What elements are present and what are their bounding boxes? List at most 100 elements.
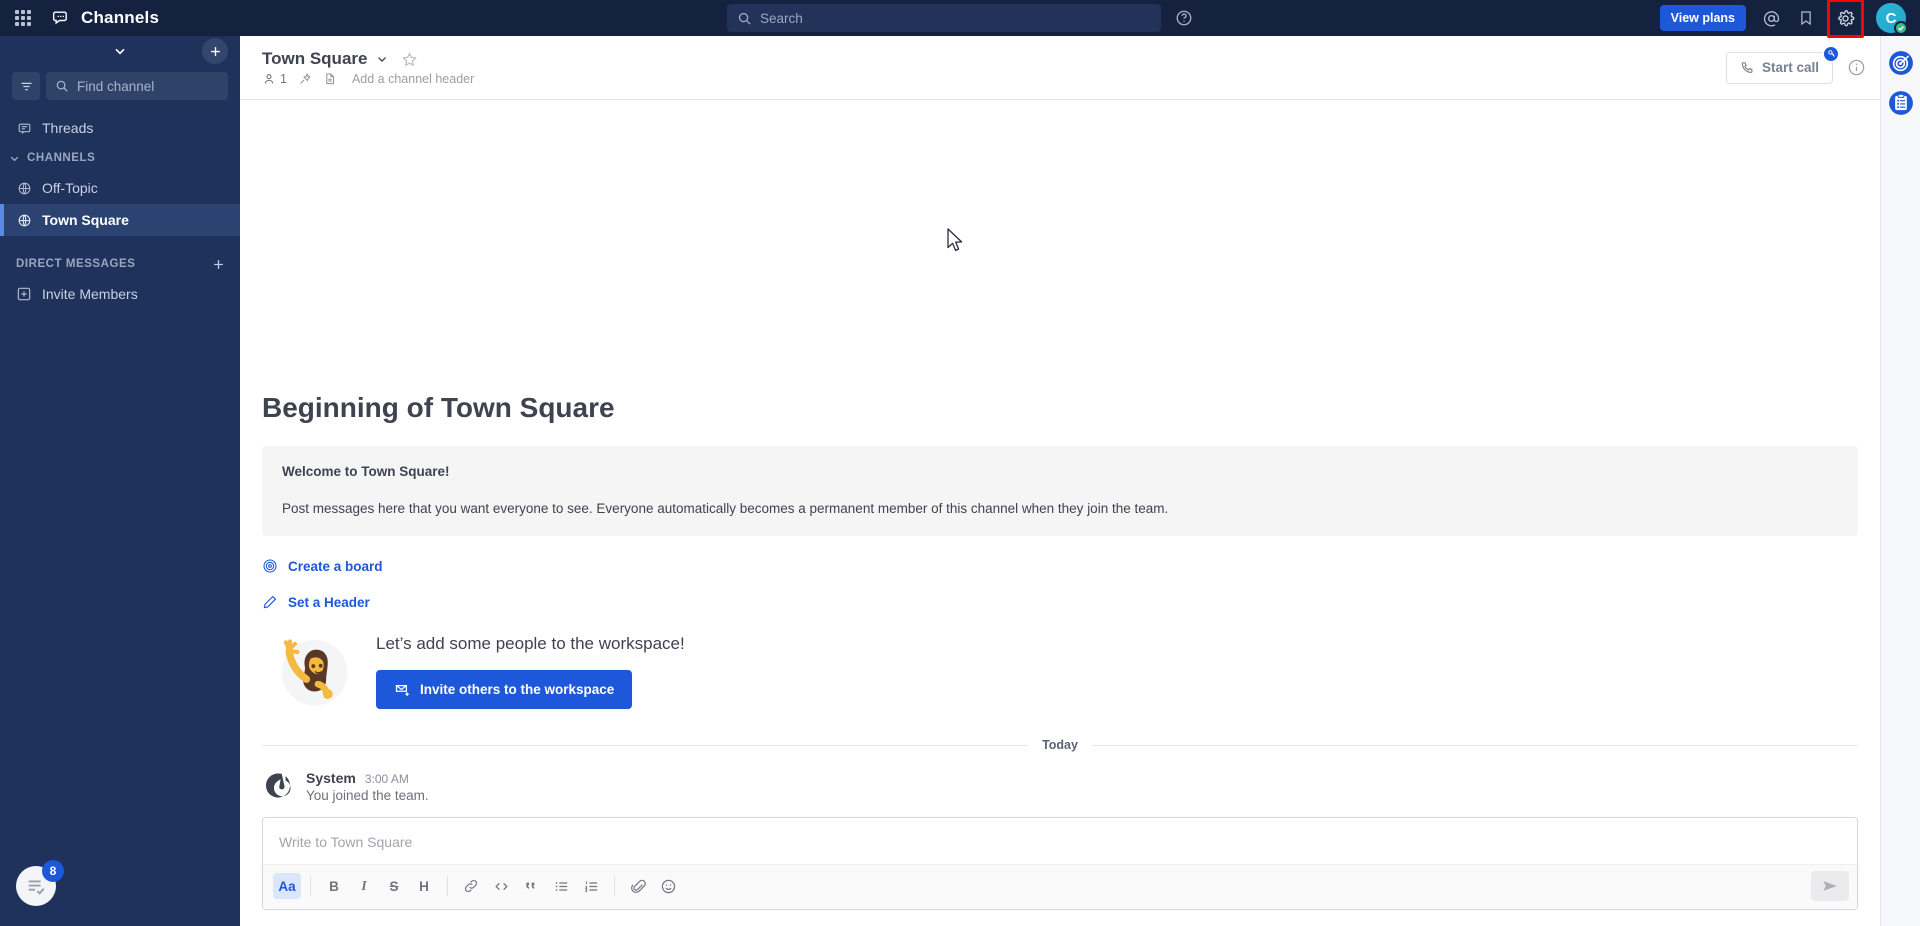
toolbar-divider	[310, 876, 311, 896]
sidebar-bottom: 8	[0, 850, 240, 926]
sidebar-category-label: DIRECT MESSAGES	[16, 258, 136, 270]
code-button[interactable]	[487, 873, 515, 899]
post-list[interactable]: Beginning of Town Square Welcome to Town…	[240, 100, 1880, 817]
bulleted-list-icon	[553, 878, 570, 895]
sidebar-channel-list[interactable]: Threads CHANNELS Off-Topic Town Square D…	[0, 108, 240, 850]
file-icon[interactable]	[323, 72, 337, 86]
channel-title-row: Town Square	[262, 49, 474, 69]
channel-intro-title: Beginning of Town Square	[262, 392, 615, 423]
invite-title: Let’s add some people to the workspace!	[376, 633, 685, 653]
sidebar-item-invite-members[interactable]: Invite Members	[0, 278, 240, 310]
send-message-button[interactable]	[1811, 871, 1849, 901]
checklist-badge-count: 8	[42, 860, 64, 882]
invite-others-button[interactable]: Invite others to the workspace	[376, 669, 633, 709]
channel-header: Town Square 1 Add a channel header Start…	[240, 36, 1880, 100]
global-search-area: Search	[727, 4, 1193, 32]
star-outline-icon[interactable]	[401, 51, 418, 68]
pencil-icon	[262, 594, 278, 610]
sidebar-item-off-topic[interactable]: Off-Topic	[0, 172, 240, 204]
set-a-header-link[interactable]: Set a Header	[262, 594, 1858, 610]
formatting-toggle-button[interactable]: Aa	[273, 873, 301, 899]
product-name: Channels	[81, 8, 160, 27]
browse-or-create-channel-button[interactable]	[202, 38, 228, 64]
channel-sidebar: Find channel Threads CHANNELS Off-Topic …	[0, 36, 240, 926]
strikethrough-button[interactable]: S	[380, 873, 408, 899]
sidebar-item-threads[interactable]: Threads	[0, 112, 240, 144]
playbooks-target-icon[interactable]	[1888, 50, 1914, 76]
quote-icon	[523, 878, 539, 894]
app-bar	[1880, 36, 1920, 926]
plus-icon[interactable]	[211, 257, 226, 272]
composer-wrapper: Write to Town Square Aa B I S H	[240, 817, 1880, 926]
sidebar-top-controls	[0, 36, 240, 66]
gear-icon[interactable]	[1827, 0, 1864, 38]
post-timestamp[interactable]: 3:00 AM	[365, 772, 409, 786]
apps-grid-icon[interactable]	[12, 7, 34, 29]
bulleted-list-button[interactable]	[547, 873, 575, 899]
sidebar-category-label: CHANNELS	[27, 152, 96, 164]
view-plans-button[interactable]: View plans	[1659, 5, 1746, 31]
post-body: System 3:00 AM You joined the team.	[306, 770, 429, 803]
paperclip-icon	[630, 878, 647, 895]
filter-icon[interactable]	[12, 72, 40, 100]
sidebar-category-direct-messages[interactable]: DIRECT MESSAGES	[0, 250, 240, 278]
link-icon	[463, 878, 479, 894]
chevron-down-icon	[8, 152, 21, 165]
product-switcher[interactable]: Channels	[44, 5, 167, 31]
attachment-button[interactable]	[624, 873, 652, 899]
find-channel-row: Find channel	[0, 66, 240, 108]
sidebar-item-label: Threads	[42, 120, 94, 136]
send-plane-icon	[1821, 877, 1839, 895]
help-circle-icon[interactable]	[1175, 9, 1193, 27]
bookmark-icon[interactable]	[1797, 9, 1815, 27]
channel-members-button[interactable]: 1	[262, 72, 287, 86]
start-call-button[interactable]: Start call	[1725, 44, 1840, 84]
boards-clipboard-icon[interactable]	[1888, 90, 1914, 116]
toolbar-divider	[447, 876, 448, 896]
numbered-list-button[interactable]	[577, 873, 605, 899]
channel-name[interactable]: Town Square	[262, 49, 367, 69]
chevron-down-icon[interactable]	[375, 52, 389, 66]
sidebar-item-label: Town Square	[42, 212, 129, 228]
chevron-down-icon[interactable]	[112, 43, 128, 59]
post-author[interactable]: System	[306, 770, 356, 786]
bold-button[interactable]: B	[320, 873, 348, 899]
info-circle-icon[interactable]	[1847, 58, 1866, 77]
italic-button[interactable]: I	[350, 873, 378, 899]
create-a-board-link[interactable]: Create a board	[262, 558, 1858, 574]
find-channel-input[interactable]: Find channel	[46, 72, 228, 100]
date-separator: Today	[262, 738, 1859, 752]
channel-member-count: 1	[280, 72, 287, 86]
quote-button[interactable]	[517, 873, 545, 899]
link-button[interactable]	[457, 873, 485, 899]
invite-right: Let’s add some people to the workspace! …	[376, 634, 685, 709]
message-composer: Write to Town Square Aa B I S H	[262, 817, 1858, 910]
message-input[interactable]: Write to Town Square	[263, 818, 1857, 864]
post-row[interactable]: System 3:00 AM You joined the team.	[240, 764, 1880, 813]
start-call-label: Start call	[1761, 60, 1819, 75]
mattermost-app-window: Channels Search View plans C Find channe…	[0, 0, 1920, 926]
emoji-button[interactable]	[654, 873, 682, 899]
divider-line-left	[262, 744, 1029, 746]
global-header-right: View plans C	[1659, 0, 1920, 38]
date-separator-label: Today	[1042, 738, 1078, 752]
sidebar-item-town-square[interactable]: Town Square	[0, 204, 240, 236]
avatar[interactable]: C	[1876, 3, 1908, 35]
search-input[interactable]: Search	[727, 4, 1161, 32]
emoji-smile-icon	[660, 878, 677, 895]
add-channel-header-button[interactable]: Add a channel header	[352, 72, 474, 86]
heading-button[interactable]: H	[410, 873, 438, 899]
invite-plus-box-icon	[16, 286, 32, 302]
intro-action-label: Set a Header	[288, 594, 370, 610]
sidebar-item-label: Invite Members	[42, 286, 138, 302]
person-waving-illustration	[272, 630, 354, 712]
pin-icon[interactable]	[298, 72, 312, 86]
body-row: Find channel Threads CHANNELS Off-Topic …	[0, 36, 1920, 926]
search-icon	[55, 79, 69, 93]
onboarding-checklist-button[interactable]: 8	[16, 860, 64, 906]
channel-intro: Beginning of Town Square Welcome to Town…	[240, 392, 1880, 712]
sidebar-item-label: Off-Topic	[42, 180, 98, 196]
sidebar-category-channels[interactable]: CHANNELS	[0, 144, 240, 172]
code-icon	[493, 878, 510, 895]
at-mention-icon[interactable]	[1762, 9, 1781, 28]
